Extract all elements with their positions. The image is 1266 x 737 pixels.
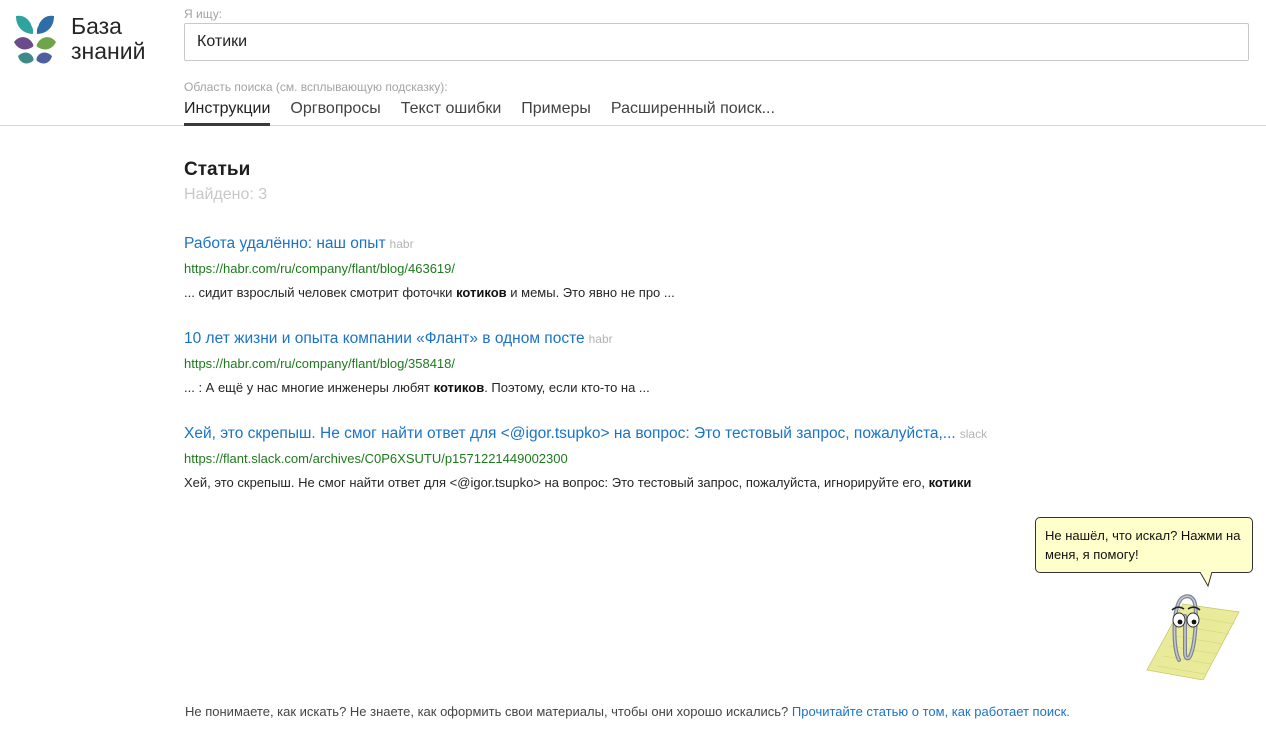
header: База знаний Я ищу: Область поиска (см. в…	[0, 0, 1266, 126]
search-area-tabs: Инструкции Оргвопросы Текст ошибки Приме…	[184, 98, 795, 126]
result-snippet: ... : А ещё у нас многие инженеры любят …	[184, 380, 650, 395]
snippet-highlight: котиков	[433, 380, 485, 395]
tab-advanced-search[interactable]: Расширенный поиск...	[611, 98, 775, 126]
result-source: habr	[389, 237, 414, 251]
result-snippet: ... сидит взрослый человек смотрит фоточ…	[184, 285, 675, 300]
result-item: Хей, это скрепыш. Не смог найти ответ дл…	[184, 424, 1184, 491]
search-input[interactable]	[184, 23, 1249, 61]
result-snippet: Хей, это скрепыш. Не смог найти ответ дл…	[184, 475, 972, 490]
paperclip-assistant-icon[interactable]	[1143, 590, 1243, 680]
tab-instructions[interactable]: Инструкции	[184, 98, 271, 126]
footer-help: Не понимаете, как искать? Не знаете, как…	[185, 704, 1070, 719]
result-title-link[interactable]: 10 лет жизни и опыта компании «Флант» в …	[184, 330, 585, 347]
tab-examples[interactable]: Примеры	[521, 98, 591, 126]
speech-bubble-tail	[1200, 572, 1213, 588]
result-url[interactable]: https://flant.slack.com/archives/C0P6XSU…	[184, 451, 1184, 467]
search-label: Я ищу:	[184, 7, 223, 21]
result-title-link[interactable]: Работа удалённо: наш опыт	[184, 235, 386, 252]
logo-icon[interactable]	[12, 12, 58, 66]
assistant-speech-bubble[interactable]: Не нашёл, что искал? Нажми на меня, я по…	[1035, 517, 1253, 573]
section-title: Статьи	[184, 159, 251, 180]
result-source: habr	[588, 332, 613, 346]
footer-help-link[interactable]: Прочитайте статью о том, как работает по…	[792, 704, 1070, 719]
tab-error-text[interactable]: Текст ошибки	[401, 98, 502, 126]
result-url[interactable]: https://habr.com/ru/company/flant/blog/4…	[184, 261, 1184, 277]
search-area-label: Область поиска (см. всплывающую подсказк…	[184, 80, 448, 94]
result-item: Работа удалённо: наш опыт habr https://ha…	[184, 234, 1184, 301]
result-item: 10 лет жизни и опыта компании «Флант» в …	[184, 329, 1184, 396]
result-title-link[interactable]: Хей, это скрепыш. Не смог найти ответ дл…	[184, 425, 956, 442]
result-source: slack	[959, 427, 988, 441]
tab-org-questions[interactable]: Оргвопросы	[290, 98, 380, 126]
results-count: Найдено: 3	[184, 186, 268, 203]
snippet-highlight: котиков	[456, 285, 507, 300]
brand-line-2: знаний	[71, 38, 146, 64]
brand-title[interactable]: База знаний	[71, 14, 145, 64]
snippet-highlight: котики	[928, 475, 972, 490]
brand-line-1: База	[71, 13, 122, 39]
result-url[interactable]: https://habr.com/ru/company/flant/blog/3…	[184, 356, 1184, 372]
footer-text: Не понимаете, как искать? Не знаете, как…	[185, 704, 789, 719]
